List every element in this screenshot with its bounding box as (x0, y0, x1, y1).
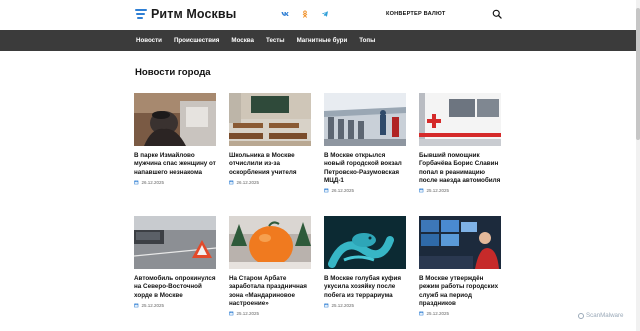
logo-text: Ритм Москвы (151, 7, 237, 21)
news-photo-classroom[interactable] (229, 93, 311, 146)
section-title: Новости города (135, 67, 211, 78)
nav-item-news[interactable]: Новости (136, 37, 162, 44)
calendar-icon (229, 311, 234, 316)
news-photo-road-accident[interactable] (134, 216, 216, 269)
news-photo-blue-snake[interactable] (324, 216, 406, 269)
news-card[interactable]: Автомобиль опрокинулся на Северо-Восточн… (134, 216, 216, 308)
news-photo-park[interactable] (134, 93, 216, 146)
calendar-icon (134, 180, 139, 185)
news-card-date: 25.12.2025 (419, 188, 501, 193)
nav-item-moscow[interactable]: Москва (231, 37, 254, 44)
telegram-icon[interactable] (321, 10, 329, 18)
social-links (281, 10, 329, 18)
news-photo-tangerine-zone[interactable] (229, 216, 311, 269)
currency-converter-link[interactable]: КОНВЕРТЕР ВАЛЮТ (386, 11, 446, 17)
search-icon[interactable] (492, 9, 502, 19)
news-card[interactable]: Бывший помощник Горбачёва Борис Славин п… (419, 93, 501, 193)
news-card[interactable]: В Москве утверждён режим работы городски… (419, 216, 501, 316)
news-card[interactable]: На Старом Арбате заработала праздничная … (229, 216, 311, 316)
news-card-date: 26.12.2025 (324, 188, 406, 193)
news-card-title[interactable]: На Старом Арбате заработала праздничная … (229, 275, 311, 308)
news-card-date: 25.12.2025 (419, 311, 501, 316)
calendar-icon (419, 188, 424, 193)
scrollbar-thumb[interactable] (636, 8, 640, 140)
news-card-title[interactable]: В парке Измайлово мужчина спас женщину о… (134, 152, 216, 177)
calendar-icon (324, 303, 329, 308)
calendar-icon (134, 303, 139, 308)
news-card-title[interactable]: Бывший помощник Горбачёва Борис Славин п… (419, 152, 501, 185)
news-card-date: 26.12.2025 (134, 180, 216, 185)
nav-item-incidents[interactable]: Происшествия (174, 37, 219, 44)
site-logo[interactable]: Ритм Москвы (135, 7, 236, 21)
news-card[interactable]: В Москве голубая куфия укусила хозяйку п… (324, 216, 406, 308)
news-card-title[interactable]: В Москве открылся новый городской вокзал… (324, 152, 406, 185)
logo-mark-icon (135, 8, 147, 20)
main-nav: Новости Происшествия Москва Тесты Магнит… (0, 30, 636, 51)
odnoklassniki-icon[interactable] (301, 10, 309, 18)
news-card[interactable]: Школьника в Москве отчислили из-за оскор… (229, 93, 311, 185)
news-card[interactable]: В Москве открылся новый городской вокзал… (324, 93, 406, 193)
news-card[interactable]: В парке Измайлово мужчина спас женщину о… (134, 93, 216, 185)
vk-icon[interactable] (281, 10, 289, 18)
news-card-date: 25.12.2025 (134, 303, 216, 308)
news-photo-control-room[interactable] (419, 216, 501, 269)
news-card-date: 25.12.2025 (324, 303, 406, 308)
calendar-icon (419, 311, 424, 316)
calendar-icon (324, 188, 329, 193)
nav-item-tops[interactable]: Топы (359, 37, 375, 44)
site-header: Ритм Москвы КОНВЕРТЕР ВАЛЮТ (0, 0, 640, 30)
nav-item-tests[interactable]: Тесты (266, 37, 285, 44)
news-card-title[interactable]: В Москве утверждён режим работы городски… (419, 275, 501, 308)
news-card-title[interactable]: Школьника в Москве отчислили из-за оскор… (229, 152, 311, 177)
news-photo-station[interactable] (324, 93, 406, 146)
news-card-date: 25.12.2025 (229, 311, 311, 316)
nav-item-magnetic-storms[interactable]: Магнитные бури (297, 37, 348, 44)
news-card-date: 26.12.2025 (229, 180, 311, 185)
news-card-title[interactable]: В Москве голубая куфия укусила хозяйку п… (324, 275, 406, 300)
calendar-icon (229, 180, 234, 185)
watermark: ScanMalware (578, 312, 624, 319)
watermark-logo-icon (578, 312, 584, 319)
news-card-title[interactable]: Автомобиль опрокинулся на Северо-Восточн… (134, 275, 216, 300)
news-photo-ambulance[interactable] (419, 93, 501, 146)
